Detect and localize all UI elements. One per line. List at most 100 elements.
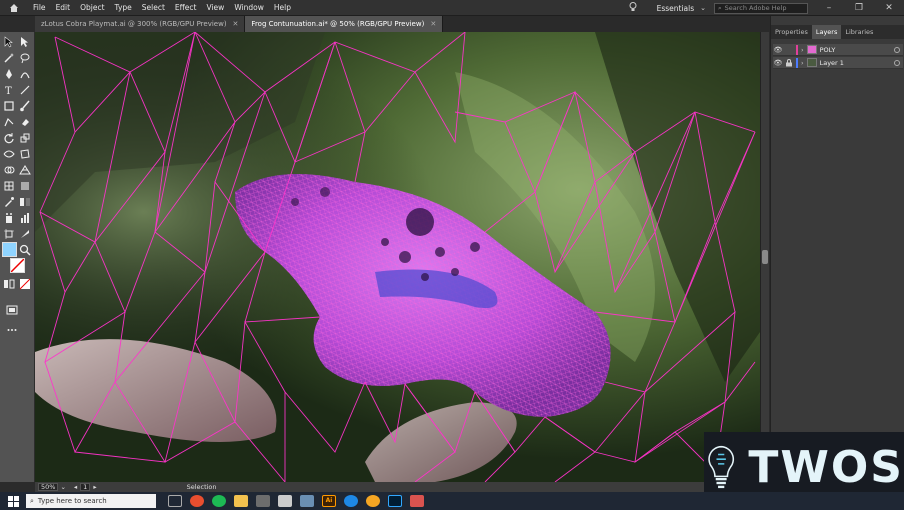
- chrome-canary-icon[interactable]: [366, 495, 380, 507]
- layer-row-poly[interactable]: 👁 › POLY: [773, 44, 903, 56]
- photoshop-icon[interactable]: [388, 495, 402, 507]
- tab-libraries[interactable]: Libraries: [841, 25, 877, 39]
- task-view-icon[interactable]: [168, 495, 182, 507]
- search-icon: ⌕: [30, 496, 34, 505]
- symbol-sprayer-tool-icon[interactable]: [3, 212, 15, 224]
- shaper-tool-icon[interactable]: [3, 116, 15, 128]
- artboard-nav-icon[interactable]: ◂: [74, 483, 77, 491]
- artboard-tool-icon[interactable]: [3, 228, 15, 240]
- rotate-tool-icon[interactable]: [3, 132, 15, 144]
- menu-bar: File Edit Object Type Select Effect View…: [0, 0, 904, 16]
- chevron-down-icon[interactable]: ⌄: [60, 483, 65, 491]
- menu-view[interactable]: View: [202, 0, 230, 16]
- home-icon[interactable]: [0, 0, 28, 16]
- artboard-number-field[interactable]: 1: [80, 483, 91, 491]
- scrollbar-thumb[interactable]: [762, 250, 768, 264]
- photos-icon[interactable]: [300, 495, 314, 507]
- slice-tool-icon[interactable]: [19, 228, 31, 240]
- shape-builder-tool-icon[interactable]: [3, 164, 15, 176]
- app-icon[interactable]: [410, 495, 424, 507]
- edge-icon[interactable]: [344, 495, 358, 507]
- lock-placeholder[interactable]: [785, 46, 793, 54]
- tools-panel: T: [0, 32, 35, 482]
- color-mode-icon[interactable]: [3, 278, 15, 290]
- gradient-tool-icon[interactable]: [19, 180, 31, 192]
- minimize-button[interactable]: –: [814, 3, 844, 13]
- mail-icon[interactable]: [278, 495, 292, 507]
- layer-row-layer1[interactable]: 👁 › Layer 1: [773, 57, 903, 69]
- screen-mode-icon[interactable]: [6, 304, 18, 316]
- tab-lotus-playmat[interactable]: zLotus Cobra Playmat.ai @ 300% (RGB/GPU …: [35, 16, 246, 32]
- line-tool-icon[interactable]: [19, 84, 31, 96]
- direct-selection-tool-icon[interactable]: [19, 36, 31, 48]
- layer-thumbnail: [806, 45, 817, 54]
- fill-swatch[interactable]: [2, 242, 17, 257]
- menu-effect[interactable]: Effect: [170, 0, 202, 16]
- pen-tool-icon[interactable]: [3, 68, 15, 80]
- zoom-level-field[interactable]: 50%: [38, 483, 59, 491]
- perspective-grid-tool-icon[interactable]: [19, 164, 31, 176]
- layer-name[interactable]: POLY: [820, 46, 836, 54]
- lightbulb-icon[interactable]: [629, 2, 637, 14]
- paintbrush-tool-icon[interactable]: [19, 100, 31, 112]
- artboard-canvas[interactable]: [35, 32, 760, 482]
- vertical-scrollbar[interactable]: [760, 32, 769, 482]
- layer-color-strip: [796, 44, 798, 55]
- frog-artwork: [35, 32, 760, 482]
- close-window-button[interactable]: ✕: [874, 3, 904, 13]
- panel-tabs: Properties Layers Libraries: [771, 25, 904, 39]
- windows-start-icon[interactable]: [0, 492, 26, 510]
- curvature-tool-icon[interactable]: [19, 68, 31, 80]
- close-icon[interactable]: ✕: [233, 20, 239, 28]
- menu-select[interactable]: Select: [137, 0, 170, 16]
- menu-window[interactable]: Window: [229, 0, 269, 16]
- chevron-down-icon[interactable]: ⌄: [700, 4, 706, 12]
- workspace-switcher[interactable]: Essentials: [657, 4, 695, 13]
- lasso-tool-icon[interactable]: [19, 52, 31, 64]
- width-tool-icon[interactable]: [3, 148, 15, 160]
- menu-object[interactable]: Object: [75, 0, 109, 16]
- stroke-swatch[interactable]: [10, 258, 25, 273]
- more-tools-icon[interactable]: [6, 324, 18, 336]
- taskbar-search-input[interactable]: ⌕ Type here to search: [26, 494, 156, 508]
- menu-help[interactable]: Help: [269, 0, 296, 16]
- visibility-eye-icon[interactable]: 👁: [773, 46, 783, 54]
- store-icon[interactable]: [256, 495, 270, 507]
- file-explorer-icon[interactable]: [234, 495, 248, 507]
- help-search-input[interactable]: ⌕ Search Adobe Help: [714, 2, 808, 14]
- chrome-icon[interactable]: [190, 495, 204, 507]
- layer-name[interactable]: Layer 1: [820, 59, 844, 67]
- layers-panel: Properties Layers Libraries 👁 › POLY 👁 ›…: [770, 16, 904, 492]
- tab-properties[interactable]: Properties: [771, 25, 812, 39]
- menu-file[interactable]: File: [28, 0, 51, 16]
- illustrator-app-icon[interactable]: Ai: [322, 495, 336, 507]
- selection-tool-icon[interactable]: [3, 36, 15, 48]
- menu-edit[interactable]: Edit: [51, 0, 76, 16]
- chevron-right-icon[interactable]: ›: [801, 46, 804, 54]
- zoom-tool-icon[interactable]: [19, 244, 31, 256]
- scale-tool-icon[interactable]: [19, 132, 31, 144]
- tab-layers[interactable]: Layers: [811, 25, 842, 39]
- none-color-icon[interactable]: [19, 278, 31, 290]
- eraser-tool-icon[interactable]: [19, 116, 31, 128]
- spotify-icon[interactable]: [212, 495, 226, 507]
- layer-thumbnail: [806, 58, 817, 67]
- maximize-button[interactable]: ❐: [844, 3, 874, 13]
- eyedropper-tool-icon[interactable]: [3, 196, 15, 208]
- mesh-tool-icon[interactable]: [3, 180, 15, 192]
- free-transform-tool-icon[interactable]: [19, 148, 31, 160]
- column-graph-tool-icon[interactable]: [19, 212, 31, 224]
- layer-target-icon[interactable]: [894, 46, 900, 53]
- layer-target-icon[interactable]: [894, 59, 900, 66]
- chevron-right-icon[interactable]: ›: [801, 59, 804, 67]
- lock-icon[interactable]: [785, 58, 793, 67]
- blend-tool-icon[interactable]: [19, 196, 31, 208]
- rectangle-tool-icon[interactable]: [3, 100, 15, 112]
- close-icon[interactable]: ✕: [430, 20, 436, 28]
- menu-type[interactable]: Type: [110, 0, 137, 16]
- magic-wand-tool-icon[interactable]: [3, 52, 15, 64]
- tab-frog-continuation[interactable]: Frog Contunuation.ai* @ 50% (RGB/GPU Pre…: [245, 16, 444, 32]
- visibility-eye-icon[interactable]: 👁: [773, 59, 783, 67]
- artboard-next-icon[interactable]: ▸: [93, 483, 96, 491]
- type-tool-icon[interactable]: T: [3, 84, 15, 97]
